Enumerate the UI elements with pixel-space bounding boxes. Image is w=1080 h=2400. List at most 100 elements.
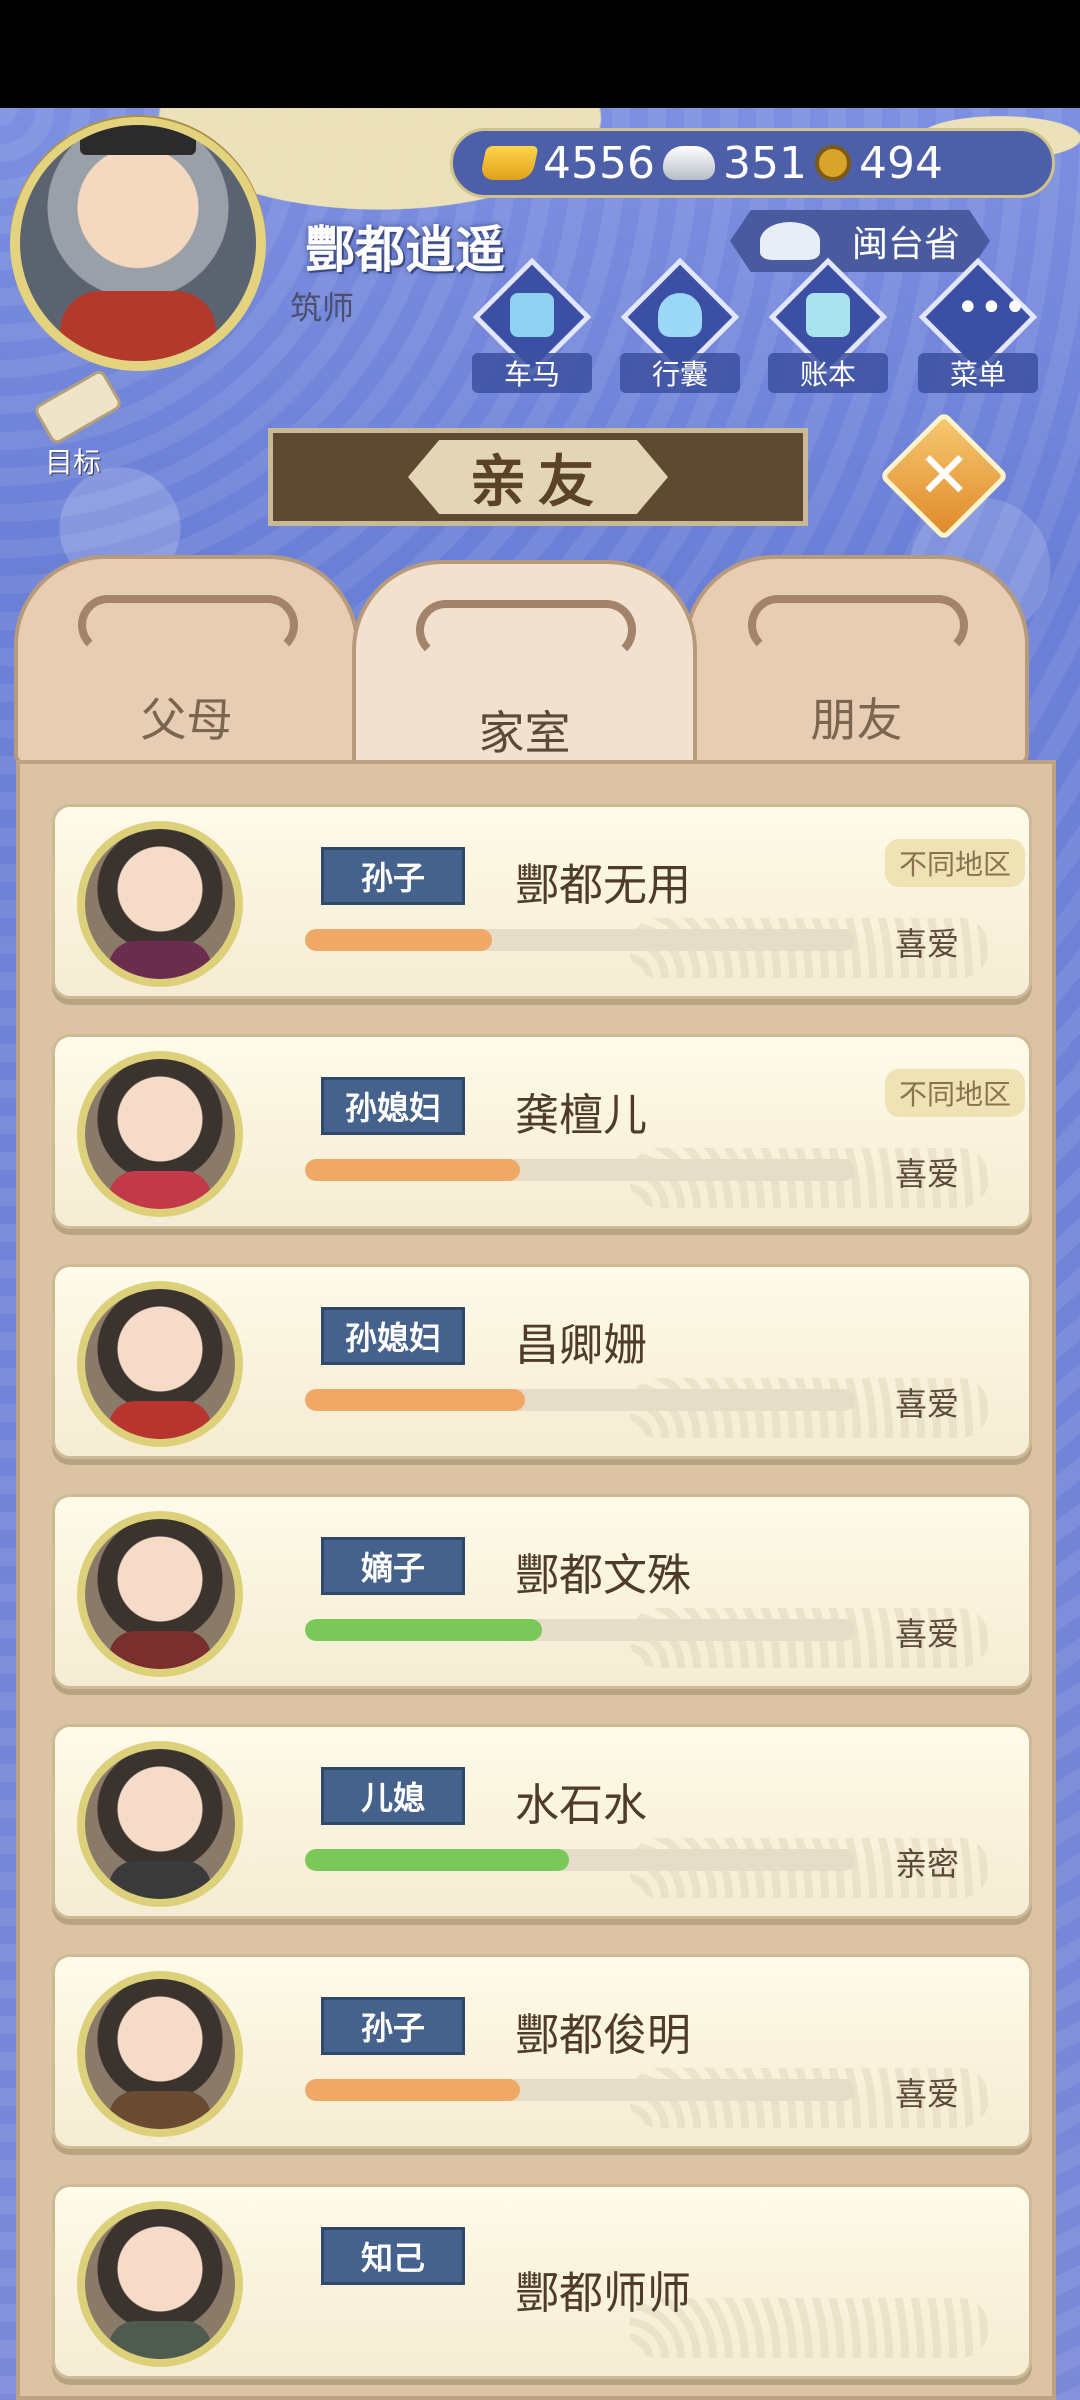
- relative-card[interactable]: 孙子 酆都俊明喜爱: [52, 1954, 1032, 2149]
- tab-label: 朋友: [810, 693, 903, 747]
- portrait-clothing: [109, 1861, 211, 1899]
- affection-status: 亲密: [895, 1845, 960, 1883]
- affection-bar-fill: [305, 1619, 542, 1641]
- affection-bar-fill: [305, 929, 492, 951]
- relative-name: 水石水: [515, 1780, 647, 1831]
- silver-ingot-icon: [662, 146, 715, 180]
- affection-bar-fill: [305, 2079, 520, 2101]
- player-avatar[interactable]: [10, 115, 266, 371]
- player-title: 筑师: [290, 289, 355, 327]
- affection-bar: [305, 929, 855, 951]
- relative-portrait[interactable]: [77, 821, 243, 987]
- status-bar: [0, 0, 1080, 108]
- affection-status: 喜爱: [895, 2075, 960, 2113]
- portrait-clothing: [109, 2091, 211, 2129]
- menu-button-ledger[interactable]: 账本: [768, 257, 888, 395]
- title-banner: 亲友: [268, 428, 808, 526]
- relative-name: 酆都文殊: [515, 1550, 691, 1601]
- bag-icon: [658, 293, 702, 337]
- gold-amount: 4556: [543, 137, 655, 189]
- player-name: 酆都逍遥: [305, 221, 505, 279]
- portrait-face: [85, 1749, 235, 1899]
- silver-amount: 351: [722, 137, 807, 189]
- tab-parents[interactable]: 父母: [14, 555, 359, 765]
- portrait-face: [85, 1289, 235, 1439]
- affection-status: 喜爱: [895, 1615, 960, 1653]
- menu-label: 菜单: [918, 353, 1038, 393]
- portrait-clothing: [109, 1631, 211, 1669]
- relative-card[interactable]: 孙子 酆都无用 不同地区喜爱: [52, 804, 1032, 999]
- portrait-face: [85, 1519, 235, 1669]
- portrait-clothing: [109, 1171, 211, 1209]
- relation-badge: 孙子: [321, 1997, 465, 2055]
- lamp-icon: [760, 222, 820, 260]
- affection-bar: [305, 1849, 855, 1871]
- relation-badge: 孙媳妇: [321, 1307, 465, 1365]
- region-badge: 不同地区: [885, 1069, 1025, 1117]
- affection-status: 喜爱: [895, 1155, 960, 1193]
- portrait-clothing: [109, 941, 211, 979]
- cloud-ornament-icon: [416, 600, 636, 660]
- relation-badge: 知己: [321, 2227, 465, 2285]
- menu-label: 账本: [768, 353, 888, 393]
- portrait-face: [85, 1059, 235, 1209]
- hat-icon: [80, 125, 196, 155]
- affection-status: 喜爱: [895, 1385, 960, 1423]
- affection-bar: [305, 1389, 855, 1411]
- relative-name: 酆都无用: [515, 860, 691, 911]
- affection-bar-fill: [305, 1389, 525, 1411]
- copper-amount: 494: [858, 137, 943, 189]
- affection-bar: [305, 2079, 855, 2101]
- more-icon: •••: [956, 285, 1027, 331]
- tab-label: 家室: [478, 706, 571, 760]
- province-button[interactable]: 闽台省: [730, 210, 990, 272]
- relation-badge: 嫡子: [321, 1537, 465, 1595]
- relative-name: 酆都俊明: [515, 2010, 691, 2061]
- tab-family[interactable]: 家室: [352, 560, 697, 775]
- cloud-ornament-icon: [748, 595, 968, 655]
- relation-badge: 孙子: [321, 847, 465, 905]
- page-title: 亲友: [408, 440, 668, 514]
- affection-bar: [305, 1159, 855, 1181]
- relative-card[interactable]: 孙媳妇 昌卿姗喜爱: [52, 1264, 1032, 1459]
- relative-name: 龚檀儿: [515, 1090, 647, 1141]
- affection-status: 喜爱: [895, 925, 960, 963]
- relation-badge: 儿媳: [321, 1767, 465, 1825]
- relative-portrait[interactable]: [77, 1281, 243, 1447]
- portrait-face: [85, 1979, 235, 2129]
- tab-label: 父母: [140, 693, 233, 747]
- relative-card[interactable]: 孙媳妇 龚檀儿 不同地区喜爱: [52, 1034, 1032, 1229]
- currency-bar: 4556 351 494: [450, 128, 1055, 198]
- affection-bar: [305, 1619, 855, 1641]
- relative-portrait[interactable]: [77, 1971, 243, 2137]
- relative-portrait[interactable]: [77, 1511, 243, 1677]
- relative-card[interactable]: 儿媳 水石水亲密: [52, 1724, 1032, 1919]
- relatives-panel: 孙子 酆都无用 不同地区 喜爱 孙媳妇 龚檀儿 不同地区 喜爱 孙媳妇 昌卿姗 喜爱 嫡子 酆都文殊 喜爱…: [16, 760, 1056, 2400]
- region-badge: 不同地区: [885, 839, 1025, 887]
- goal-button[interactable]: 目标: [18, 367, 128, 479]
- menu-button-carriage[interactable]: 车马: [472, 257, 592, 395]
- portrait-face: [85, 2209, 235, 2359]
- close-icon: ✕: [917, 439, 971, 513]
- relative-card[interactable]: 知己 酆都师师: [52, 2184, 1032, 2379]
- menu-button-bag[interactable]: 行囊: [620, 257, 740, 395]
- goal-label: 目标: [44, 446, 101, 479]
- relative-name: 昌卿姗: [515, 1320, 647, 1371]
- relation-badge: 孙媳妇: [321, 1077, 465, 1135]
- carriage-icon: [510, 293, 554, 337]
- gold-ingot-icon: [479, 146, 539, 180]
- relative-portrait[interactable]: [77, 1741, 243, 1907]
- menu-label: 车马: [472, 353, 592, 393]
- ledger-icon: [806, 293, 850, 337]
- avatar-image: [20, 125, 256, 361]
- relative-card[interactable]: 嫡子 酆都文殊喜爱: [52, 1494, 1032, 1689]
- portrait-clothing: [109, 2321, 211, 2359]
- robe-shape: [60, 291, 216, 361]
- tab-friends[interactable]: 朋友: [684, 555, 1029, 765]
- cloud-ornament-icon: [78, 595, 298, 655]
- affection-bar-fill: [305, 1849, 569, 1871]
- affection-bar-fill: [305, 1159, 520, 1181]
- relative-portrait[interactable]: [77, 2201, 243, 2367]
- menu-button-more[interactable]: ••• 菜单: [918, 257, 1038, 395]
- relative-portrait[interactable]: [77, 1051, 243, 1217]
